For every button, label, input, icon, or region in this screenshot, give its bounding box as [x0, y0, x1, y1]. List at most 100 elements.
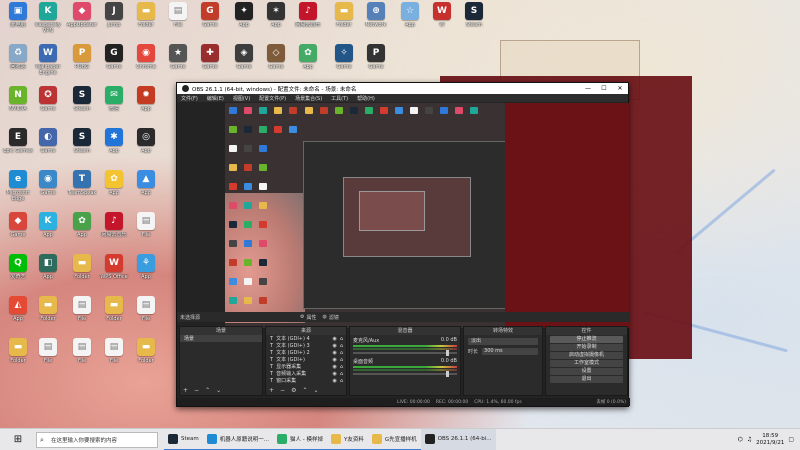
- source-item[interactable]: T 文本 (GDI+) 2 ◉ ⌂: [266, 349, 346, 357]
- desktop-icon[interactable]: ✉ 微信: [97, 86, 131, 124]
- lock-icon[interactable]: ⌂: [340, 364, 343, 370]
- volume-icon[interactable]: ♫: [747, 436, 752, 443]
- up-icon[interactable]: ⌃: [205, 387, 210, 394]
- desktop-icon[interactable]: W WPS Office: [97, 254, 131, 292]
- desktop-icon[interactable]: ◐ Game: [31, 128, 65, 166]
- desktop-icon[interactable]: ▬ Folder: [1, 338, 35, 376]
- visibility-eye-icon[interactable]: ◉: [332, 343, 336, 349]
- desktop-icon[interactable]: S Steam: [65, 86, 99, 124]
- scene-item[interactable]: 场景: [180, 335, 262, 342]
- desktop-icon[interactable]: ▤ File: [31, 338, 65, 376]
- volume-slider[interactable]: [353, 371, 457, 377]
- desktop-icon[interactable]: ✧ Game: [327, 44, 361, 82]
- desktop-icon[interactable]: ▤ File: [65, 338, 99, 376]
- exit-button[interactable]: 退出: [550, 376, 623, 383]
- desktop-icon[interactable]: ✹ App: [129, 86, 163, 124]
- source-item[interactable]: T 音频输入采集 ◉ ⌂: [266, 370, 346, 378]
- desktop-icon[interactable]: ▤ File: [65, 296, 99, 334]
- desktop-icon[interactable]: G Game: [193, 2, 227, 40]
- desktop-icon[interactable]: N NVIDIA: [1, 86, 35, 124]
- desktop-icon[interactable]: ♪ 网易云音乐: [97, 212, 131, 250]
- visibility-eye-icon[interactable]: ◉: [332, 350, 336, 356]
- obs-window[interactable]: OBS 26.1.1 (64-bit, windows) - 配置文件: 未命名…: [176, 82, 630, 407]
- visibility-eye-icon[interactable]: ◉: [332, 357, 336, 363]
- source-item[interactable]: T 文本 (GDI+) 3 ◉ ⌂: [266, 342, 346, 350]
- desktop-icon[interactable]: ♻ 回收站: [1, 44, 35, 82]
- menu-view[interactable]: 视图(V): [233, 95, 250, 102]
- lock-icon[interactable]: ⌂: [340, 350, 343, 356]
- desktop-icon[interactable]: ⊕ Network: [359, 2, 393, 40]
- desktop-icon[interactable]: ♪ 网易云音乐: [291, 2, 325, 40]
- desktop-icon[interactable]: S Steam: [65, 128, 99, 166]
- desktop-icon[interactable]: ◇ Game: [259, 44, 293, 82]
- add-icon[interactable]: +: [269, 387, 274, 394]
- desktop-icon[interactable]: ★ Game: [161, 44, 195, 82]
- minimize-icon[interactable]: —: [580, 85, 596, 92]
- start-recording-button[interactable]: 开始录制: [550, 344, 623, 351]
- visibility-eye-icon[interactable]: ◉: [332, 371, 336, 377]
- desktop-icon[interactable]: J Jump: [97, 2, 131, 40]
- settings-button[interactable]: 设置: [550, 368, 623, 375]
- source-item[interactable]: T 窗口采集 ◉ ⌂: [266, 377, 346, 385]
- desktop-icon[interactable]: ▲ App: [129, 170, 163, 208]
- lock-icon[interactable]: ⌂: [340, 343, 343, 349]
- studio-mode-button[interactable]: 工作室模式: [550, 360, 623, 367]
- network-icon[interactable]: ⌬: [737, 436, 742, 443]
- filters-button[interactable]: 滤镜: [329, 314, 339, 321]
- desktop-icon[interactable]: W Wallpaper Engine: [31, 44, 65, 82]
- desktop-icon[interactable]: ▬ Folder: [65, 254, 99, 292]
- taskbar-app[interactable]: 机器人原籍说明一...: [202, 429, 274, 450]
- taskbar-search-input[interactable]: ⌕ 在这里输入你要搜索的内容: [36, 431, 158, 448]
- desktop-icon[interactable]: ▤ File: [129, 212, 163, 250]
- add-icon[interactable]: +: [183, 387, 188, 394]
- lock-icon[interactable]: ⌂: [340, 357, 343, 363]
- menu-profile[interactable]: 配置文件(P): [259, 95, 286, 102]
- menu-edit[interactable]: 编辑(E): [207, 95, 224, 102]
- stop-streaming-button[interactable]: 停止推流: [550, 336, 623, 343]
- desktop-icon[interactable]: ▬ Folder: [129, 2, 163, 40]
- down-icon[interactable]: ⌄: [216, 387, 221, 394]
- desktop-icon[interactable]: ✪ Game: [31, 86, 65, 124]
- menu-scene-collection[interactable]: 场景集合(S): [295, 95, 322, 102]
- filter-icon[interactable]: ◍: [323, 314, 327, 320]
- desktop-icon[interactable]: ◉ Game: [31, 170, 65, 208]
- visibility-eye-icon[interactable]: ◉: [332, 336, 336, 342]
- desktop-icon[interactable]: ▬ Folder: [327, 2, 361, 40]
- desktop-icon[interactable]: ◎ App: [129, 128, 163, 166]
- desktop-icon[interactable]: e Microsoft Edge: [1, 170, 35, 208]
- obs-titlebar[interactable]: OBS 26.1.1 (64-bit, windows) - 配置文件: 未命名…: [177, 83, 628, 94]
- desktop-icon[interactable]: ◧ App: [31, 254, 65, 292]
- menu-tools[interactable]: 工具(T): [331, 95, 348, 102]
- remove-icon[interactable]: −: [194, 387, 199, 394]
- desktop-icon[interactable]: ⚘ App: [129, 254, 163, 292]
- gear-icon[interactable]: ⚙: [291, 387, 296, 394]
- desktop-icon[interactable]: ◭ App: [1, 296, 35, 334]
- remove-icon[interactable]: −: [280, 387, 285, 394]
- desktop-icon[interactable]: ✚ Game: [193, 44, 227, 82]
- duration-input[interactable]: 300 ms: [482, 348, 538, 355]
- desktop-icon[interactable]: ▤ File: [129, 296, 163, 334]
- desktop-icon[interactable]: ◉ Chrome: [129, 44, 163, 82]
- desktop-icon[interactable]: ✿ App: [97, 170, 131, 208]
- source-item[interactable]: T 显示器采集 ◉ ⌂: [266, 363, 346, 371]
- desktop-icon[interactable]: ◆ AppUpdater: [65, 2, 99, 40]
- gear-icon[interactable]: ⚙: [300, 314, 304, 320]
- down-icon[interactable]: ⌄: [313, 387, 318, 394]
- visibility-eye-icon[interactable]: ◉: [332, 364, 336, 370]
- properties-button[interactable]: 属性: [307, 314, 317, 321]
- desktop-icon[interactable]: ◆ Game: [1, 212, 35, 250]
- lock-icon[interactable]: ⌂: [340, 336, 343, 342]
- taskbar-app[interactable]: 猫人 - 模样掉: [273, 429, 327, 450]
- desktop-icon[interactable]: ▤ File: [97, 338, 131, 376]
- taskbar-app[interactable]: OBS 26.1.1 (64-bi...: [420, 428, 496, 450]
- desktop-icon[interactable]: K App: [31, 212, 65, 250]
- taskbar-app[interactable]: G先宣播样机: [367, 429, 421, 450]
- desktop-icon[interactable]: K Kaspersky VPN: [31, 2, 65, 40]
- desktop-icon[interactable]: E Epic Games: [1, 128, 35, 166]
- desktop-icon[interactable]: P Game: [359, 44, 393, 82]
- desktop-icon[interactable]: ▬ Folder: [129, 338, 163, 376]
- close-icon[interactable]: ✕: [612, 85, 628, 92]
- start-virtual-camera-button[interactable]: 启动虚拟摄像机: [550, 352, 623, 359]
- desktop-icon[interactable]: Q 爱奇艺: [1, 254, 35, 292]
- lock-icon[interactable]: ⌂: [340, 378, 343, 384]
